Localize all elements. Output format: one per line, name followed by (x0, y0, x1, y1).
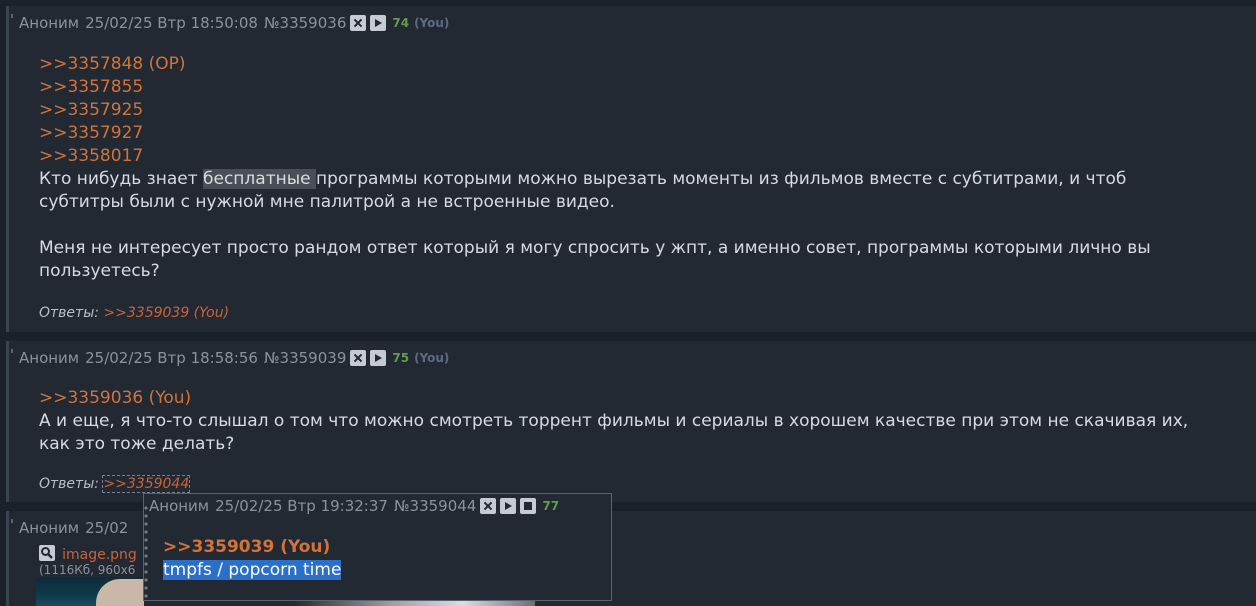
post-3359039: Аноним 25/02/25 Втр 18:58:56 №3359039 75… (6, 341, 1256, 502)
post-text-line: Кто нибудь знает бесплатные программы ко… (39, 168, 1151, 191)
post-body: >>3359036 (You) А и еще, я что-то слышал… (39, 387, 1188, 456)
replies-label: Ответы: (39, 476, 99, 492)
post-header: Аноним 25/02 (19, 519, 134, 537)
post-3359036: Аноним 25/02/25 Втр 18:50:08 №3359036 74… (6, 6, 1256, 332)
replies-list: Ответы: >>3359044 (39, 475, 191, 493)
you-badge: (You) (414, 351, 450, 365)
image-thumbnail[interactable] (36, 577, 144, 606)
post-text-line: как это тоже делать? (39, 434, 235, 454)
post-author: Аноним (19, 519, 80, 537)
post-preview-popup: Аноним 25/02/25 Втр 19:32:37 №3359044 77… (143, 493, 612, 601)
magnifier-icon[interactable] (39, 545, 55, 561)
reply-ref-link[interactable]: >>3357855 (39, 76, 1151, 99)
reply-link[interactable]: >>3359039 (You) (103, 305, 229, 321)
replies-label: Ответы: (39, 305, 99, 321)
post-count: 75 (392, 351, 410, 365)
post-text-line: А и еще, я что-то слышал о том что можно… (39, 411, 1189, 431)
file-meta: (1116Кб, 960x6 (39, 563, 136, 577)
reply-ref-link[interactable]: >>3357848 (OP) (39, 53, 1151, 76)
post-datetime: 25/02 (85, 519, 129, 537)
post-text-line: tmpfs / popcorn time (163, 559, 342, 582)
reply-link[interactable]: >>3359044 (102, 475, 191, 493)
post-text-line: Меня не интересует просто рандом ответ к… (39, 238, 1151, 258)
popup-drag-handle[interactable] (144, 504, 148, 600)
post-datetime: 25/02/25 Втр 18:58:56 (85, 349, 258, 367)
stop-icon[interactable] (520, 498, 537, 514)
reply-ref-link[interactable]: >>3359039 (You) (163, 536, 341, 559)
reply-ref-link[interactable]: >>3357927 (39, 122, 1151, 145)
post-body: >>3357848 (OP) >>3357855 >>3357925 >>335… (39, 53, 1151, 283)
play-icon[interactable] (370, 15, 387, 31)
post-count: 74 (392, 16, 410, 30)
hide-post-icon[interactable] (480, 498, 497, 514)
reply-ref-link[interactable]: >>3358017 (39, 145, 1151, 168)
post-count: 77 (542, 499, 560, 513)
post-header: Аноним 25/02/25 Втр 18:50:08 №3359036 74… (19, 14, 449, 32)
reply-ref-link[interactable]: >>3359036 (You) (39, 387, 1188, 410)
post-number[interactable]: №3359044 (394, 497, 476, 515)
reply-ref-link[interactable]: >>3357925 (39, 99, 1151, 122)
post-header: Аноним 25/02/25 Втр 18:58:56 №3359039 75… (19, 349, 449, 367)
file-info: image.png (39, 544, 137, 563)
post-text-line: пользуетесь? (39, 261, 160, 281)
text-segment: Кто нибудь знает (39, 169, 203, 189)
post-datetime: 25/02/25 Втр 18:50:08 (85, 14, 258, 32)
post-datetime: 25/02/25 Втр 19:32:37 (215, 497, 388, 515)
selected-text: tmpfs / popcorn time (163, 560, 342, 580)
hide-post-icon[interactable] (350, 15, 367, 31)
post-text-line: субтитры были с нужной мне палитрой а не… (39, 192, 615, 212)
post-number[interactable]: №3359039 (264, 349, 346, 367)
post-number[interactable]: №3359036 (264, 14, 346, 32)
play-icon[interactable] (370, 350, 387, 366)
text-segment: программы которыми можно вырезать момент… (316, 169, 1127, 189)
post-author: Аноним (19, 14, 80, 32)
post-author: Аноним (149, 497, 210, 515)
hide-post-icon[interactable] (350, 350, 367, 366)
post-body: >>3359039 (You) tmpfs / popcorn time (163, 536, 342, 582)
highlighted-text: бесплатные (203, 169, 316, 189)
you-badge: (You) (414, 16, 450, 30)
file-name-link[interactable]: image.png (62, 547, 137, 563)
post-header: Аноним 25/02/25 Втр 19:32:37 №3359044 77 (149, 497, 564, 515)
thumbnail-figure (96, 579, 144, 606)
replies-list: Ответы: >>3359039 (You) (39, 305, 229, 321)
play-icon[interactable] (500, 498, 517, 514)
post-author: Аноним (19, 349, 80, 367)
